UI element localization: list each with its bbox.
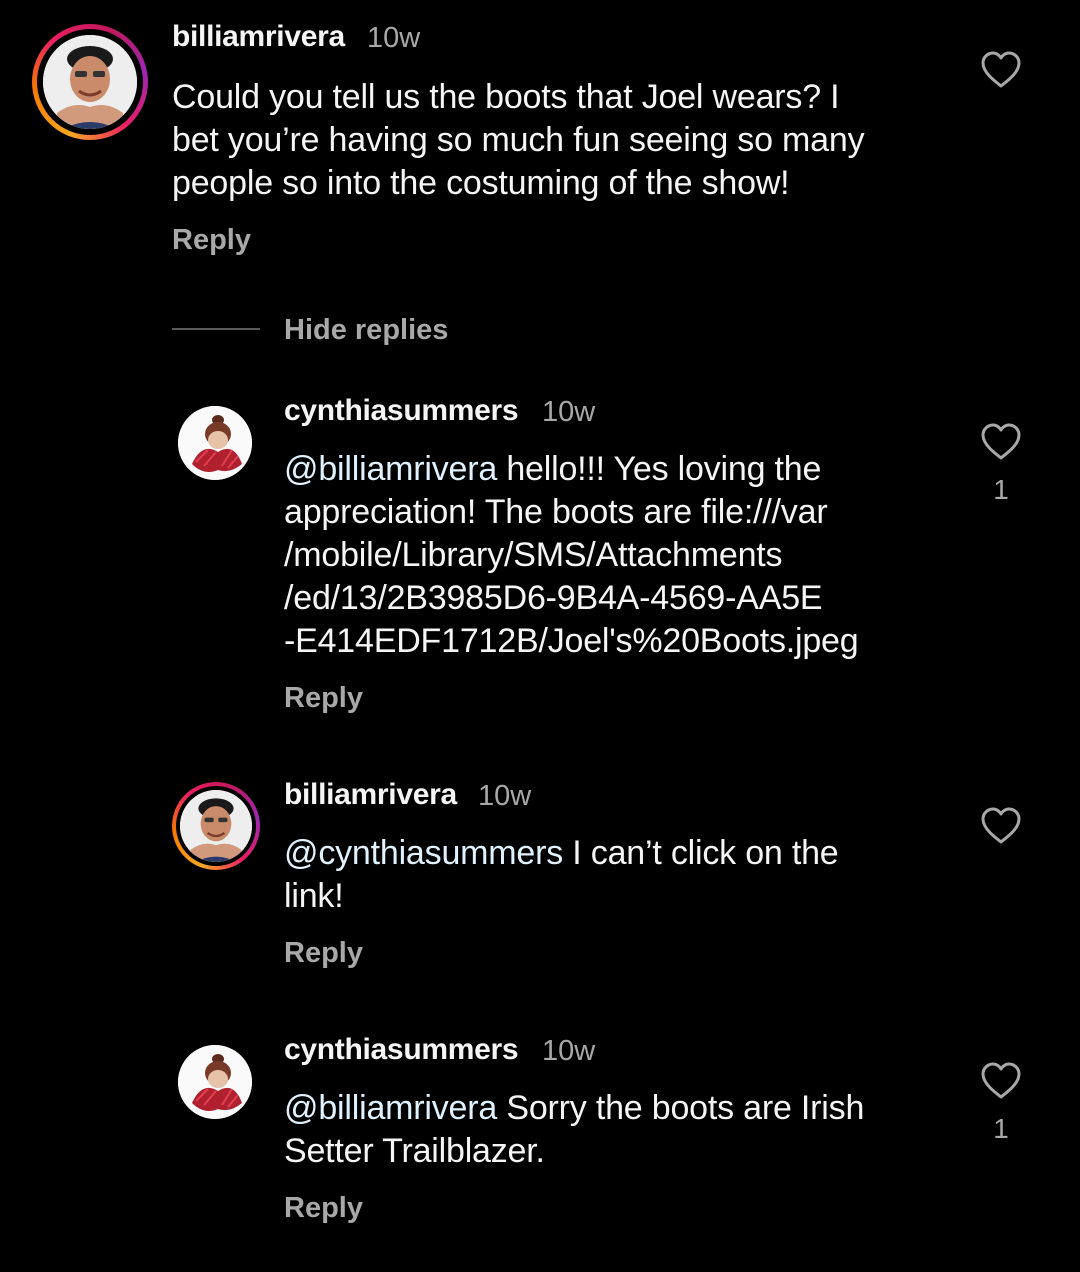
reply-button[interactable]: Reply: [284, 937, 363, 970]
avatar-story-ring[interactable]: [172, 782, 260, 870]
avatar[interactable]: [178, 406, 252, 480]
comment-timestamp: 10w: [478, 780, 532, 812]
avatar[interactable]: [43, 35, 137, 129]
heart-outline-icon[interactable]: [979, 806, 1023, 846]
reply-button[interactable]: Reply: [284, 682, 363, 715]
comment-text: @billiamrivera hello!!! Yes loving the a…: [284, 448, 944, 663]
heart-outline-icon[interactable]: [979, 50, 1023, 90]
comment-username[interactable]: cynthiasummers: [284, 1033, 519, 1067]
reply-button[interactable]: Reply: [172, 224, 251, 257]
avatar-photo: [178, 1045, 252, 1119]
comment-text: @cynthiasummers I can’t click on the lin…: [284, 832, 944, 918]
comment-text: @billiamrivera Sorry the boots are Irish…: [284, 1087, 964, 1173]
comment-timestamp: 10w: [542, 396, 596, 428]
reply-button[interactable]: Reply: [284, 1192, 363, 1225]
heart-outline-icon[interactable]: [979, 1061, 1023, 1101]
avatar-photo: [180, 790, 252, 862]
comment-timestamp: 10w: [542, 1035, 596, 1067]
comment-username[interactable]: billiamrivera: [284, 778, 457, 812]
mention-link[interactable]: @billiamrivera: [284, 1089, 497, 1127]
comment-username[interactable]: billiamrivera: [172, 20, 345, 54]
comment-timestamp: 10w: [367, 22, 421, 54]
hide-replies-divider: [172, 328, 260, 330]
avatar-story-ring[interactable]: [32, 24, 148, 140]
comment-username[interactable]: cynthiasummers: [284, 394, 519, 428]
mention-link[interactable]: @billiamrivera: [284, 450, 497, 488]
like-count: 1: [993, 1113, 1009, 1144]
like-count: 1: [993, 474, 1009, 505]
avatar[interactable]: [180, 790, 252, 862]
hide-replies-button[interactable]: Hide replies: [284, 314, 448, 347]
avatar-photo: [178, 406, 252, 480]
avatar-photo: [43, 35, 137, 129]
comment-text: Could you tell us the boots that Joel we…: [172, 78, 865, 202]
heart-outline-icon[interactable]: [979, 422, 1023, 462]
mention-link[interactable]: @cynthiasummers: [284, 834, 563, 872]
avatar[interactable]: [178, 1045, 252, 1119]
